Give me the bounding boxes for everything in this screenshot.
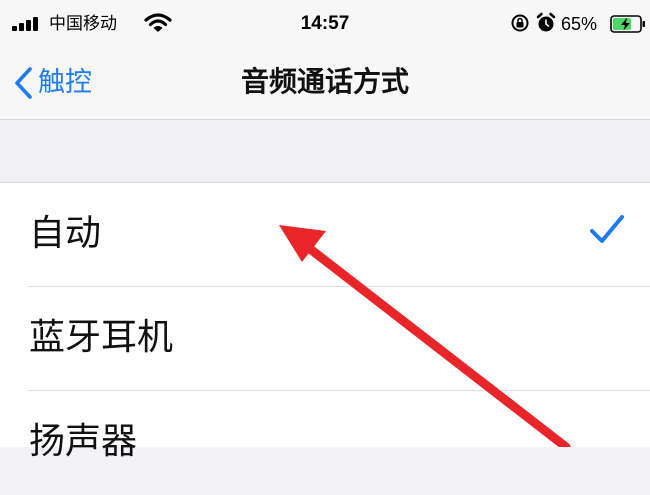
battery-percent: 65%	[561, 14, 598, 34]
option-row-bluetooth[interactable]: 蓝牙耳机	[0, 287, 650, 391]
option-label: 自动	[29, 213, 102, 254]
option-label: 扬声器	[29, 421, 138, 462]
page-title: 音频通话方式	[240, 65, 409, 98]
option-row-auto[interactable]: 自动	[0, 183, 650, 287]
option-row-speaker[interactable]: 扬声器	[0, 391, 650, 495]
status-bar: 中国移动 14:57 65%	[0, 0, 650, 48]
battery-charging-icon	[610, 15, 645, 33]
navigation-bar: 触控 音频通话方式	[0, 48, 650, 120]
option-list: 自动 蓝牙耳机 扬声器	[0, 183, 650, 462]
alarm-icon	[536, 12, 556, 32]
option-label: 蓝牙耳机	[29, 317, 174, 358]
rotation-lock-icon	[511, 14, 529, 32]
section-spacer	[0, 120, 650, 183]
checkmark-icon	[590, 215, 624, 243]
